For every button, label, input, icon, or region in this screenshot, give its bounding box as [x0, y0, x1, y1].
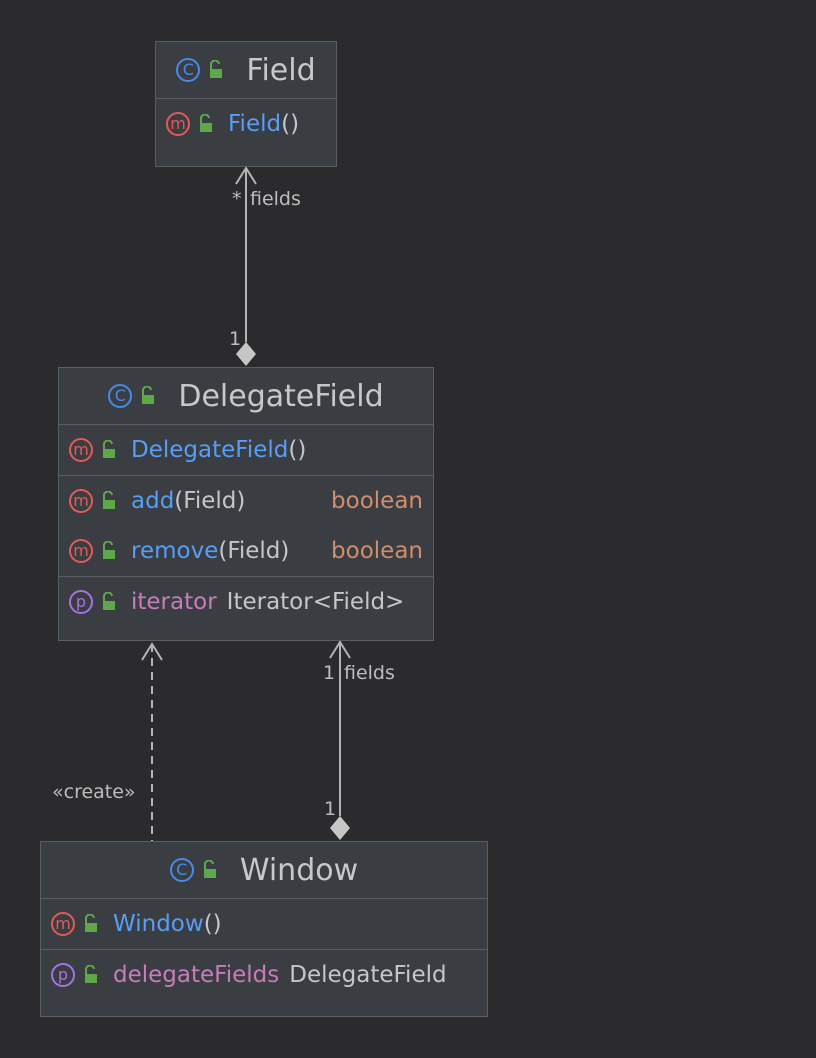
public-lock-icon — [203, 860, 216, 878]
class-kind-icon: C — [169, 858, 194, 882]
class-header: C DelegateField — [59, 368, 433, 425]
method-params: (Field) — [218, 538, 290, 564]
multiplicity-fields-target: * — [232, 188, 242, 210]
member-row-remove[interactable]: m remove (Field) boolean — [59, 526, 433, 576]
method-icon: m — [51, 912, 75, 936]
class-kind-icon: C — [108, 384, 133, 408]
public-lock-icon — [103, 592, 115, 610]
property-name: delegateFields — [113, 962, 280, 988]
public-lock-icon — [142, 386, 155, 404]
method-name: DelegateField — [131, 437, 289, 463]
class-name: Window — [239, 852, 359, 888]
method-name: Field — [228, 111, 282, 137]
method-icon: m — [69, 489, 93, 513]
constructors-section: m Field() — [156, 99, 336, 149]
class-name: Field — [246, 52, 316, 88]
create-stereotype-label: «create» — [52, 781, 136, 803]
public-lock-icon — [200, 114, 212, 132]
public-lock-icon — [210, 60, 223, 78]
property-type: Iterator<Field> — [226, 589, 405, 615]
member-row-constructor[interactable]: m Field() — [156, 99, 336, 149]
class-header: C Field — [156, 42, 336, 99]
member-row-add[interactable]: m add (Field) boolean — [59, 476, 433, 526]
member-row-delegatefields[interactable]: p delegateFields DelegateField — [41, 950, 487, 1000]
class-field[interactable]: C Field m Field() — [155, 41, 337, 167]
property-type: DelegateField — [289, 962, 447, 988]
return-type: boolean — [331, 488, 423, 514]
method-icon: m — [69, 438, 93, 462]
public-lock-icon — [103, 541, 115, 559]
properties-section: p delegateFields DelegateField — [41, 950, 487, 1000]
multiplicity-delegatefield-source: 1 — [229, 328, 242, 350]
member-row-constructor[interactable]: m Window() — [41, 899, 487, 949]
method-name: remove — [131, 538, 219, 564]
class-kind-icon: C — [176, 58, 201, 82]
method-params: (Field) — [174, 488, 246, 514]
multiplicity-delegatefield-target: 1 — [323, 662, 336, 684]
constructors-section: m Window() — [41, 899, 487, 950]
public-lock-icon — [85, 965, 97, 983]
class-header: C Window — [41, 842, 487, 899]
public-lock-icon — [85, 914, 97, 932]
method-params: () — [281, 111, 300, 137]
public-lock-icon — [103, 440, 115, 458]
methods-section: m add (Field) boolean m remove (Field) boo… — [59, 476, 433, 577]
multiplicity-window-source: 1 — [324, 798, 337, 820]
method-name: add — [131, 488, 175, 514]
property-icon: p — [51, 963, 75, 987]
return-type: boolean — [331, 538, 423, 564]
role-fields-label: fields — [250, 188, 301, 210]
public-lock-icon — [103, 491, 115, 509]
role-window-fields-label: fields — [344, 662, 395, 684]
class-delegatefield[interactable]: C DelegateField m DelegateField() m add(… — [58, 367, 434, 641]
property-name: iterator — [131, 589, 217, 615]
properties-section: p iterator Iterator<Field> — [59, 577, 433, 627]
member-row-iterator[interactable]: p iterator Iterator<Field> — [59, 577, 433, 627]
property-icon: p — [69, 590, 93, 614]
method-icon: m — [69, 539, 93, 563]
method-icon: m — [166, 112, 190, 136]
constructors-section: m DelegateField() — [59, 425, 433, 476]
method-name: Window — [113, 911, 204, 937]
member-row-constructor[interactable]: m DelegateField() — [59, 425, 433, 475]
class-name: DelegateField — [178, 378, 384, 414]
class-window[interactable]: C Window m Window() p delegateFields Del… — [40, 841, 488, 1017]
method-params: () — [288, 437, 307, 463]
method-params: () — [203, 911, 222, 937]
